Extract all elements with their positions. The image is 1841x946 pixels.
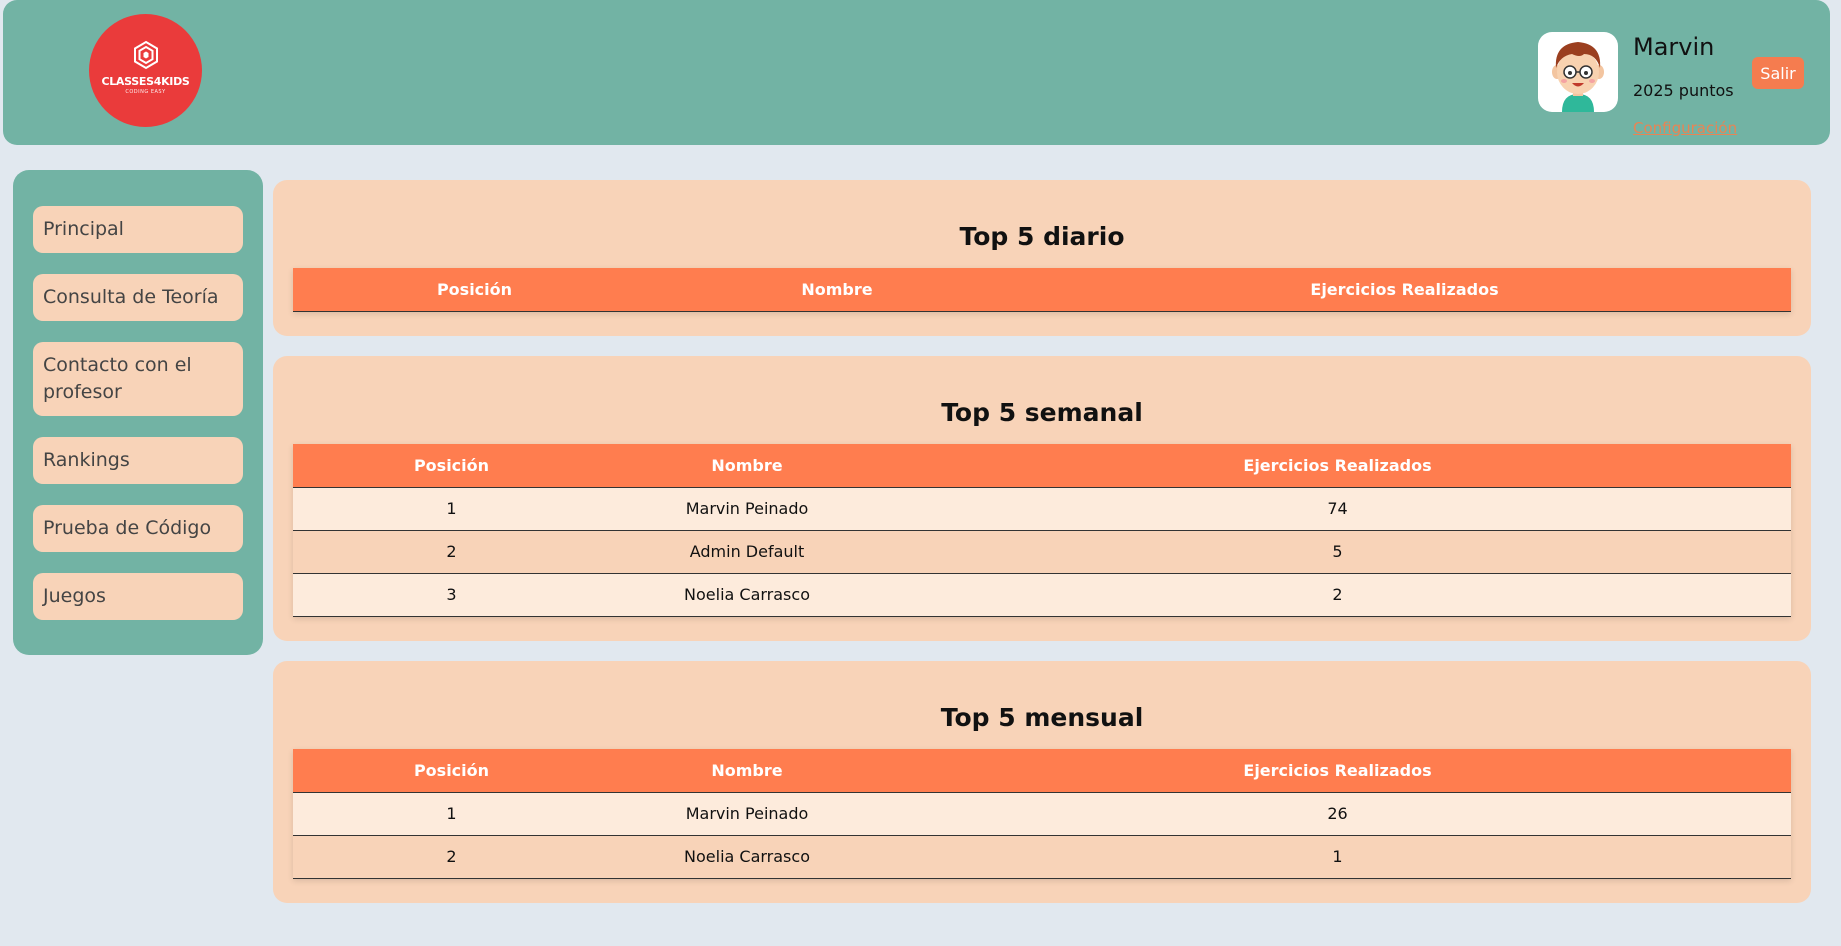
table-row: 2 Noelia Carrasco 1: [293, 835, 1791, 879]
sidebar-item-juegos[interactable]: Juegos: [33, 573, 243, 620]
exercises-cell: 2: [884, 573, 1791, 617]
name-cell: Marvin Peinado: [610, 487, 884, 531]
table-row: 2 Admin Default 5: [293, 530, 1791, 574]
ranking-card-daily: Top 5 diario Posición Nombre Ejercicios …: [273, 180, 1811, 336]
column-header-exercises: Ejercicios Realizados: [884, 444, 1791, 488]
logo-text: CLASSES4KIDS: [101, 75, 190, 88]
column-header-exercises: Ejercicios Realizados: [1018, 268, 1791, 312]
exercises-cell: 1: [884, 835, 1791, 879]
exercises-cell: 5: [884, 530, 1791, 574]
sidebar-item-prueba-codigo[interactable]: Prueba de Código: [33, 505, 243, 552]
logout-button[interactable]: Salir: [1752, 57, 1804, 89]
logo-subtext: CODING EASY: [125, 89, 166, 95]
position-cell: 2: [293, 530, 610, 574]
classes4kids-logo[interactable]: CLASSES4KIDS CODING EASY: [89, 14, 202, 127]
ranking-card-monthly: Top 5 mensual Posición Nombre Ejercicios…: [273, 661, 1811, 903]
column-header-position: Posición: [293, 268, 656, 312]
table-row: 1 Marvin Peinado 26: [293, 792, 1791, 836]
sidebar-item-contacto-profesor[interactable]: Contacto con el profesor: [33, 342, 243, 416]
column-header-name: Nombre: [610, 749, 884, 793]
exercises-cell: 26: [884, 792, 1791, 836]
column-header-exercises: Ejercicios Realizados: [884, 749, 1791, 793]
table-row: 1 Marvin Peinado 74: [293, 487, 1791, 531]
user-name: Marvin: [1633, 33, 1715, 61]
column-header-name: Nombre: [656, 268, 1018, 312]
column-header-position: Posición: [293, 749, 610, 793]
position-cell: 3: [293, 573, 610, 617]
sidebar-item-rankings[interactable]: Rankings: [33, 437, 243, 484]
name-cell: Noelia Carrasco: [610, 573, 884, 617]
sidebar-item-principal[interactable]: Principal: [33, 206, 243, 253]
monthly-ranking-table: Posición Nombre Ejercicios Realizados 1 …: [293, 749, 1791, 879]
name-cell: Noelia Carrasco: [610, 835, 884, 879]
table-row: 3 Noelia Carrasco 2: [293, 573, 1791, 617]
user-points: 2025 puntos: [1633, 81, 1734, 100]
sidebar-nav: Principal Consulta de Teoría Contacto co…: [13, 170, 263, 655]
ranking-card-weekly: Top 5 semanal Posición Nombre Ejercicios…: [273, 356, 1811, 641]
column-header-name: Nombre: [610, 444, 884, 488]
weekly-ranking-table: Posición Nombre Ejercicios Realizados 1 …: [293, 444, 1791, 617]
monthly-ranking-title: Top 5 mensual: [940, 703, 1144, 732]
position-cell: 1: [293, 792, 610, 836]
configuration-link[interactable]: Configuración: [1633, 119, 1737, 137]
column-header-position: Posición: [293, 444, 610, 488]
exercises-cell: 74: [884, 487, 1791, 531]
daily-ranking-table: Posición Nombre Ejercicios Realizados: [293, 268, 1791, 312]
daily-ranking-title: Top 5 diario: [959, 222, 1125, 251]
hexagon-logo-icon: [133, 40, 158, 70]
boy-avatar-icon: [1552, 42, 1604, 112]
header-bar: CLASSES4KIDS CODING EASY Marvin 2025 pun…: [3, 0, 1830, 145]
sidebar-item-consulta-teoria[interactable]: Consulta de Teoría: [33, 274, 243, 321]
name-cell: Admin Default: [610, 530, 884, 574]
position-cell: 1: [293, 487, 610, 531]
weekly-ranking-title: Top 5 semanal: [941, 398, 1143, 427]
user-avatar: [1538, 32, 1618, 112]
position-cell: 2: [293, 835, 610, 879]
name-cell: Marvin Peinado: [610, 792, 884, 836]
